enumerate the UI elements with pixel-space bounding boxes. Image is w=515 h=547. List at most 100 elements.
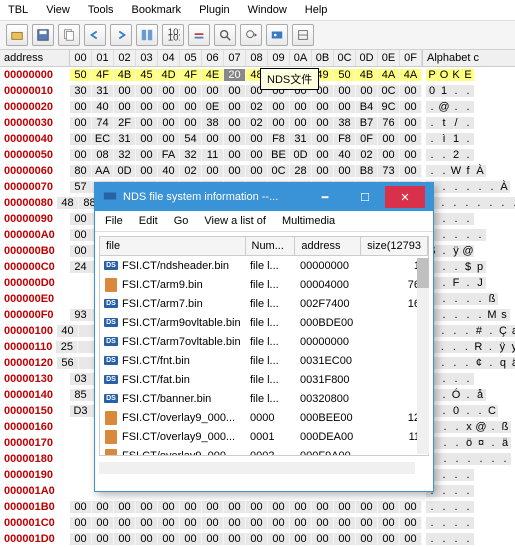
byte-cell[interactable]: 57 — [70, 181, 92, 193]
byte-cell[interactable]: 00 — [180, 117, 202, 129]
byte-cell[interactable]: 00 — [202, 517, 224, 529]
byte-cell[interactable]: F8 — [268, 133, 290, 145]
tool-copy[interactable] — [58, 24, 80, 46]
hex-row[interactable]: 0000005000083200FA32110000BE0D0040020000… — [0, 147, 515, 163]
byte-cell[interactable]: 31 — [92, 85, 114, 97]
byte-cell[interactable]: 00 — [224, 517, 246, 529]
menu-window[interactable]: Window — [248, 4, 287, 16]
byte-cell[interactable]: B8 — [356, 165, 378, 177]
byte-cell[interactable]: FA — [158, 149, 180, 161]
byte-cell[interactable]: 0D — [114, 165, 136, 177]
byte-cell[interactable]: 4E — [202, 69, 224, 81]
byte-cell[interactable]: 00 — [158, 85, 180, 97]
dialog-titlebar[interactable]: NDS file system information --... ━ ☐ ✕ — [95, 183, 433, 211]
byte-cell[interactable]: 73 — [378, 165, 400, 177]
byte-cell[interactable]: 02 — [356, 149, 378, 161]
byte-cell[interactable]: AA — [92, 165, 114, 177]
file-row[interactable]: FSI.CT/overlay9_000...0000000BEE0012 — [100, 408, 428, 427]
byte-cell[interactable]: 00 — [224, 501, 246, 513]
byte-cell[interactable]: 31 — [114, 133, 136, 145]
byte-cell[interactable]: 00 — [334, 517, 356, 529]
hex-row[interactable]: 0000004000EC31000054000000F83100F80F0000… — [0, 131, 515, 147]
byte-cell[interactable]: 28 — [290, 165, 312, 177]
byte-cell[interactable]: 00 — [158, 501, 180, 513]
byte-cell[interactable]: 00 — [114, 501, 136, 513]
byte-cell[interactable]: F8 — [334, 133, 356, 145]
byte-cell[interactable]: D3 — [70, 405, 92, 417]
byte-cell[interactable]: 00 — [70, 133, 92, 145]
byte-cell[interactable]: 11 — [202, 149, 224, 161]
col-file[interactable]: file — [100, 237, 246, 255]
tool-find[interactable] — [214, 24, 236, 46]
byte-cell[interactable]: 40 — [158, 165, 180, 177]
byte-cell[interactable]: 0E — [202, 101, 224, 113]
hex-row[interactable]: 00000000504F4B454D4F4E2048470049504B4A4A… — [0, 67, 515, 83]
byte-cell[interactable]: 00 — [136, 85, 158, 97]
hex-row[interactable]: 000001C000000000000000000000000000000000… — [0, 515, 515, 531]
byte-cell[interactable]: 00 — [224, 533, 246, 545]
byte-cell[interactable]: 24 — [70, 261, 92, 273]
byte-cell[interactable]: 32 — [180, 149, 202, 161]
byte-cell[interactable]: 32 — [114, 149, 136, 161]
tool-bookmark[interactable] — [188, 24, 210, 46]
byte-cell[interactable]: 50 — [70, 69, 92, 81]
byte-cell[interactable]: 00 — [180, 533, 202, 545]
byte-cell[interactable]: 00 — [290, 101, 312, 113]
byte-cell[interactable]: B7 — [356, 117, 378, 129]
byte-cell[interactable]: 00 — [224, 85, 246, 97]
byte-cell[interactable]: 40 — [334, 149, 356, 161]
dlg-menu-edit[interactable]: Edit — [139, 215, 158, 227]
dlg-menu-view-a-list-of[interactable]: View a list of — [204, 215, 266, 227]
byte-cell[interactable]: 00 — [400, 517, 422, 529]
tool-open[interactable] — [6, 24, 28, 46]
byte-cell[interactable]: 00 — [180, 501, 202, 513]
byte-cell[interactable]: 00 — [114, 85, 136, 97]
byte-cell[interactable]: 00 — [246, 149, 268, 161]
byte-cell[interactable]: 00 — [158, 101, 180, 113]
byte-cell[interactable]: 00 — [202, 533, 224, 545]
byte-cell[interactable]: 2F — [114, 117, 136, 129]
byte-cell[interactable]: 00 — [114, 533, 136, 545]
byte-cell[interactable]: 80 — [70, 165, 92, 177]
byte-cell[interactable]: 00 — [246, 133, 268, 145]
byte-cell[interactable]: 0D — [290, 149, 312, 161]
col-size[interactable]: size(12793 — [361, 237, 428, 255]
byte-cell[interactable]: 00 — [312, 165, 334, 177]
byte-cell[interactable]: 00 — [136, 533, 158, 545]
byte-cell[interactable]: 00 — [334, 533, 356, 545]
byte-cell[interactable]: 00 — [400, 101, 422, 113]
byte-cell[interactable]: 00 — [378, 149, 400, 161]
byte-cell[interactable]: 4B — [114, 69, 136, 81]
byte-cell[interactable]: 56 — [57, 357, 79, 369]
byte-cell[interactable]: 31 — [290, 133, 312, 145]
tool-cfg[interactable] — [292, 24, 314, 46]
byte-cell[interactable]: 4A — [378, 69, 400, 81]
byte-cell[interactable]: 50 — [334, 69, 356, 81]
col-num[interactable]: Num... — [246, 237, 296, 255]
byte-cell[interactable]: 00 — [400, 133, 422, 145]
file-row[interactable]: DSFSI.CT/banner.binfile l...00320800 — [100, 389, 428, 408]
byte-cell[interactable]: 00 — [246, 501, 268, 513]
byte-cell[interactable]: 02 — [246, 117, 268, 129]
byte-cell[interactable]: 00 — [268, 501, 290, 513]
byte-cell[interactable]: 00 — [70, 213, 92, 225]
tool-goto[interactable] — [240, 24, 262, 46]
scrollbar-vertical[interactable] — [417, 258, 429, 454]
byte-cell[interactable]: 00 — [70, 117, 92, 129]
scrollbar-horizontal[interactable] — [99, 462, 415, 474]
byte-cell[interactable]: 4D — [158, 69, 180, 81]
byte-cell[interactable]: 0F — [356, 133, 378, 145]
byte-cell[interactable]: 40 — [92, 101, 114, 113]
menu-view[interactable]: View — [46, 4, 70, 16]
byte-cell[interactable]: 00 — [136, 101, 158, 113]
byte-cell[interactable]: BE — [268, 149, 290, 161]
byte-cell[interactable]: 00 — [70, 229, 92, 241]
byte-cell[interactable]: 0C — [378, 85, 400, 97]
byte-cell[interactable]: 00 — [92, 533, 114, 545]
byte-cell[interactable]: 74 — [92, 117, 114, 129]
dlg-menu-file[interactable]: File — [105, 215, 123, 227]
byte-cell[interactable]: 00 — [400, 117, 422, 129]
byte-cell[interactable]: 45 — [136, 69, 158, 81]
close-button[interactable]: ✕ — [385, 186, 425, 208]
byte-cell[interactable]: 85 — [70, 389, 92, 401]
